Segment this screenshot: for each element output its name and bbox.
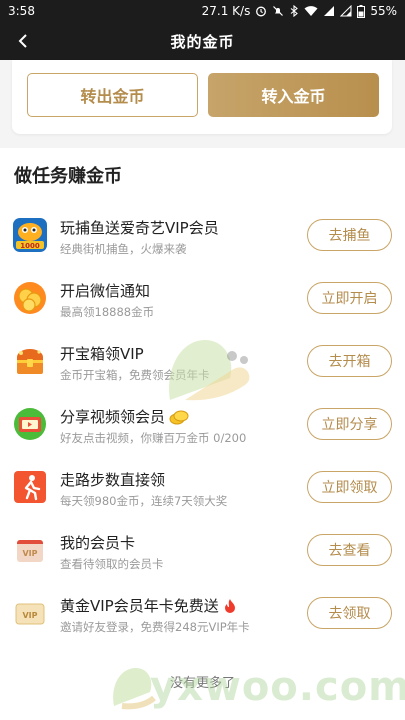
walking-icon: [14, 471, 46, 503]
svg-text:VIP: VIP: [22, 611, 37, 620]
task-action-button[interactable]: 立即分享: [307, 408, 392, 440]
task-action-button[interactable]: 立即领取: [307, 471, 392, 503]
nav-bar: 我的金币: [0, 22, 405, 60]
task-title: 黄金VIP会员年卡免费送: [60, 595, 237, 616]
status-time: 3:58: [8, 4, 35, 18]
status-bar: 3:58 27.1 K/s 55%: [0, 0, 405, 22]
status-indicators: 27.1 K/s 55%: [202, 4, 397, 18]
svg-text:VIP: VIP: [22, 549, 37, 558]
mute-icon: [273, 6, 284, 16]
task-action-button[interactable]: 去开箱: [307, 345, 392, 377]
chevron-left-icon: [18, 34, 27, 48]
task-subtitle: 好友点击视频，你赚百万金币 0/200: [60, 431, 247, 445]
task-subtitle: 经典街机捕鱼，火爆来袭: [60, 242, 187, 256]
transfer-card: 转出金币 转入金币: [12, 60, 392, 134]
watermark-snail-logo: [169, 340, 250, 401]
battery-icon: [357, 4, 366, 18]
page-title: 我的金币: [170, 32, 235, 51]
task-item-fishing: 1000 玩捕鱼送爱奇艺VIP会员 经典街机捕鱼，火爆来袭 去捕鱼: [0, 203, 405, 265]
task-action-button[interactable]: 去捕鱼: [307, 219, 392, 251]
share-video-icon: [14, 408, 46, 440]
network-speed: 27.1 K/s: [201, 4, 251, 18]
task-subtitle: 每天领980金币，连续7天领大奖: [60, 494, 228, 508]
task-item-gold-vip: VIP 黄金VIP会员年卡免费送 邀请好友登录，免费得248元VIP年卡 去领取: [0, 581, 405, 643]
section-title: 做任务赚金币: [14, 166, 122, 187]
task-item-member-card: VIP 我的会员卡 查看待领取的会员卡 去查看: [0, 518, 405, 580]
signal-icon: [324, 6, 335, 16]
watermark-text: yxwoo.com: [150, 664, 405, 710]
coins-icon: [14, 282, 46, 314]
battery-level: 55%: [370, 4, 397, 18]
wifi-icon: [304, 6, 318, 16]
fire-icon: [224, 598, 235, 613]
tasks-panel: 做任务赚金币 1000 玩捕鱼送爱奇艺VIP会员 经典街机捕鱼，火爆来袭 去捕鱼…: [0, 148, 405, 720]
gold-vip-icon: VIP: [15, 603, 45, 625]
task-subtitle: 查看待领取的会员卡: [60, 557, 164, 571]
task-action-button[interactable]: 去领取: [307, 597, 392, 629]
gold-coin-stack-icon: [169, 410, 189, 424]
vip-card-icon: VIP: [17, 540, 43, 562]
transfer-out-button[interactable]: 转出金币: [27, 73, 198, 117]
task-title: 走路步数直接领: [60, 471, 166, 489]
task-title-text: 分享视频领会员: [60, 408, 166, 426]
back-button[interactable]: [8, 22, 38, 60]
alarm-icon: [256, 6, 267, 17]
task-subtitle: 邀请好友登录，免费得248元VIP年卡: [60, 620, 250, 634]
task-title-text: 黄金VIP会员年卡免费送: [60, 597, 219, 615]
signal-icon-2: [340, 5, 352, 17]
task-title: 玩捕鱼送爱奇艺VIP会员: [60, 219, 219, 237]
transfer-in-button[interactable]: 转入金币: [208, 73, 379, 117]
task-action-button[interactable]: 去查看: [307, 534, 392, 566]
task-item-walking: 走路步数直接领 每天领980金币，连续7天领大奖 立即领取: [0, 455, 405, 517]
svg-text:1000: 1000: [20, 242, 40, 250]
task-title: 我的会员卡: [60, 534, 136, 552]
task-action-button[interactable]: 立即开启: [307, 282, 392, 314]
fishing-game-icon: 1000: [13, 218, 47, 252]
task-title: 开宝箱领VIP: [60, 345, 144, 363]
task-subtitle: 最高领18888金币: [60, 305, 155, 319]
treasure-chest-icon: [17, 349, 43, 374]
task-item-wechat-notify: 开启微信通知 最高领18888金币 立即开启: [0, 266, 405, 328]
task-title: 开启微信通知: [60, 282, 151, 300]
bluetooth-icon: [290, 5, 299, 17]
